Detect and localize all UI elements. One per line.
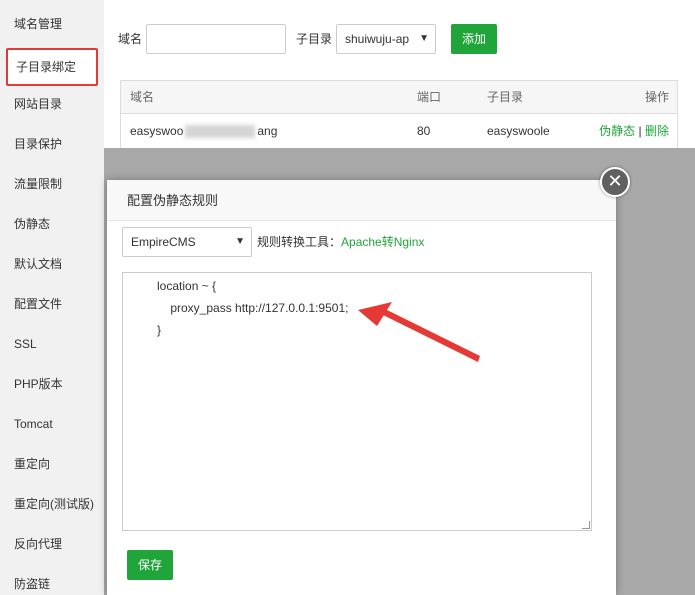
col-domain: 域名 — [130, 90, 155, 104]
redacted-block — [185, 125, 256, 139]
sidebar-item-default-doc[interactable]: 默认文档 — [0, 244, 104, 284]
modal-title: 配置伪静态规则 — [127, 193, 219, 208]
table-header: 域名 端口 子目录 操作 — [121, 81, 677, 114]
col-subdir: 子目录 — [487, 90, 524, 104]
sidebar-item-reverse-proxy[interactable]: 反向代理 — [0, 524, 104, 564]
domain-suffix: ang — [257, 124, 278, 138]
rule-converter-label: 规则转换工具： — [257, 235, 342, 249]
sidebar-item-php-version[interactable]: PHP版本 — [0, 364, 104, 404]
domain-prefix: easyswoo — [130, 124, 184, 138]
sidebar-item-traffic-limit[interactable]: 流量限制 — [0, 164, 104, 204]
rewrite-link[interactable]: 伪静态 — [599, 124, 635, 138]
sidebar: 域名管理 子目录绑定 网站目录 目录保护 流量限制 伪静态 默认文档 配置文件 … — [0, 0, 104, 595]
rewrite-rule-editor[interactable]: location ~ { proxy_pass http://127.0.0.1… — [122, 272, 592, 531]
row-domain: easyswoo ang — [130, 114, 277, 148]
caret-down-icon: ▼ — [235, 236, 245, 247]
rule-converter: 规则转换工具：Apache转Nginx — [257, 227, 424, 257]
sidebar-item-subdir-binding[interactable]: 子目录绑定 — [6, 48, 98, 86]
rewrite-template-select[interactable]: EmpireCMS ▼ — [122, 227, 252, 257]
modal-header: 配置伪静态规则 — [107, 180, 616, 221]
sidebar-item-tomcat[interactable]: Tomcat — [0, 404, 104, 444]
save-button[interactable]: 保存 — [127, 550, 173, 580]
add-button[interactable]: 添加 — [451, 24, 497, 54]
subdir-select-value: shuiwuju-ap — [345, 32, 410, 46]
col-action: 操作 — [644, 90, 669, 104]
close-icon[interactable]: ✕ — [600, 167, 630, 197]
sidebar-item-redirect[interactable]: 重定向 — [0, 444, 104, 484]
sidebar-item-site-dir[interactable]: 网站目录 — [0, 84, 104, 124]
col-port: 端口 — [417, 90, 442, 104]
domain-input[interactable] — [146, 24, 286, 54]
row-actions: 伪静态 | 删除 — [599, 114, 669, 148]
code-line-3: } — [157, 323, 162, 337]
sidebar-item-redirect-beta[interactable]: 重定向(测试版) — [0, 484, 104, 524]
caret-down-icon: ▼ — [419, 33, 429, 44]
code-line-2: proxy_pass http://127.0.0.1:9501; — [157, 301, 349, 315]
apache-to-nginx-link[interactable]: Apache转Nginx — [341, 235, 424, 249]
action-separator: | — [638, 124, 642, 138]
subdir-select[interactable]: shuiwuju-ap ▼ — [336, 24, 436, 54]
delete-link[interactable]: 删除 — [645, 124, 669, 138]
sidebar-item-rewrite[interactable]: 伪静态 — [0, 204, 104, 244]
rewrite-rule-modal: 配置伪静态规则 EmpireCMS ▼ 规则转换工具：Apache转Nginx … — [107, 180, 616, 595]
sidebar-item-config-file[interactable]: 配置文件 — [0, 284, 104, 324]
subdir-table: 域名 端口 子目录 操作 easyswoo ang 80 easyswoole 伪… — [120, 80, 678, 148]
template-select-value: EmpireCMS — [131, 235, 196, 249]
subdir-label: 子目录 — [296, 32, 333, 46]
resize-handle-icon[interactable] — [582, 521, 590, 529]
sidebar-item-ssl[interactable]: SSL — [0, 324, 104, 364]
sidebar-item-hotlink[interactable]: 防盗链 — [0, 564, 104, 595]
sidebar-item-domain-manage[interactable]: 域名管理 — [0, 4, 104, 44]
row-subdir: easyswoole — [487, 124, 550, 138]
table-row: easyswoo ang 80 easyswoole 伪静态 | 删除 — [121, 114, 677, 148]
row-port: 80 — [417, 124, 431, 138]
subdir-form: 域名 子目录 shuiwuju-ap ▼ 添加 — [118, 24, 678, 54]
sidebar-item-dir-protect[interactable]: 目录保护 — [0, 124, 104, 164]
code-line-1: location ~ { — [157, 279, 217, 293]
domain-label: 域名 — [118, 32, 143, 46]
